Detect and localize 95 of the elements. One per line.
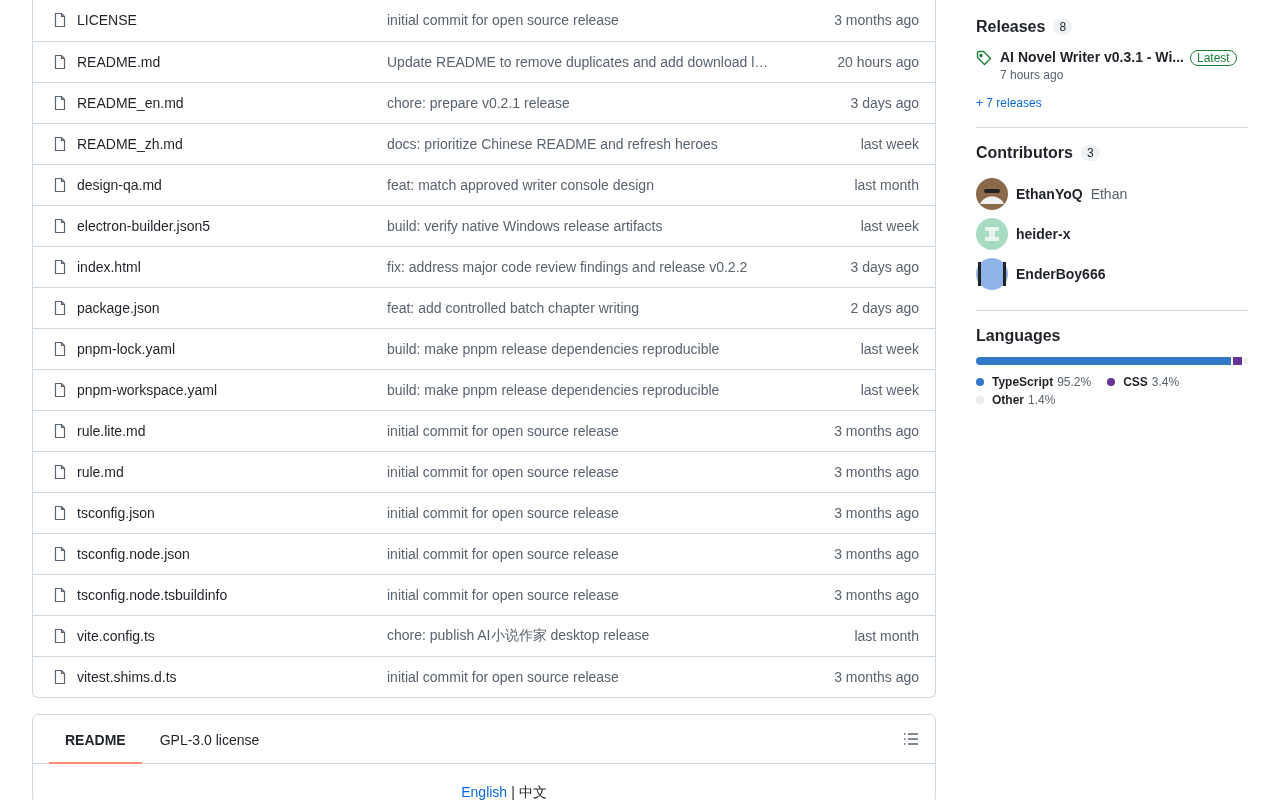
file-icon (52, 587, 68, 603)
commit-message[interactable]: build: verify native Windows release artifacts (387, 218, 861, 234)
commit-date: 3 months ago (834, 464, 919, 480)
commit-date: last week (860, 382, 919, 398)
outline-icon[interactable] (903, 731, 919, 747)
file-name[interactable]: design-qa.md (77, 177, 162, 193)
commit-date: 3 days ago (850, 259, 919, 275)
commit-message[interactable]: Update README to remove duplicates and add download l… (387, 54, 838, 70)
tab[interactable]: README (49, 715, 142, 764)
commit-message[interactable]: fix: address major code review findings and release v0.2.2 (387, 259, 851, 275)
file-icon (52, 218, 68, 234)
contributor-login[interactable]: EthanYoQ (1016, 186, 1083, 202)
count: 8 (1053, 19, 1073, 35)
separator: | (511, 784, 515, 800)
contributor-name: Ethan (1090, 186, 1128, 202)
commit-date: last month (854, 628, 919, 644)
section-title[interactable]: Contributors (976, 144, 1073, 162)
file-icon (52, 54, 68, 70)
language-label: 中文 (518, 784, 547, 800)
file-name[interactable]: tsconfig.node.tsbuildinfo (77, 587, 228, 603)
commit-date: last week (860, 218, 919, 234)
file-name[interactable]: index.html (77, 259, 141, 275)
file-name[interactable]: package.json (77, 300, 160, 316)
commit-date: 3 months ago (834, 505, 919, 521)
tag-icon (976, 50, 992, 66)
commit-message[interactable]: initial commit for open source release (387, 669, 835, 685)
file-name[interactable]: README_en.md (77, 95, 184, 111)
file-icon (52, 136, 68, 152)
commit-message[interactable]: feat: match approved writer console design (387, 177, 855, 193)
commit-message[interactable]: chore: prepare v0.2.1 release (387, 95, 851, 111)
commit-date: 3 months ago (834, 669, 919, 685)
file-icon (52, 628, 68, 644)
commit-message[interactable]: initial commit for open source release (387, 505, 835, 521)
commit-date: 3 months ago (834, 587, 919, 603)
section-title[interactable]: Releases (976, 18, 1046, 36)
file-name[interactable]: pnpm-workspace.yaml (77, 382, 218, 398)
file-name[interactable]: vitest.shims.d.ts (77, 669, 177, 685)
file-icon (52, 546, 68, 562)
file-name[interactable]: rule.md (77, 464, 124, 480)
language-percent: 1.4% (1028, 393, 1056, 407)
file-icon (52, 464, 68, 480)
commit-date: 20 hours ago (837, 54, 919, 70)
avatar[interactable] (976, 258, 1008, 290)
file-icon (52, 505, 68, 521)
file-icon (52, 382, 68, 398)
commit-date: 3 months ago (834, 11, 919, 28)
file-icon (52, 259, 68, 275)
release-name[interactable]: AI Novel Writer v0.3.1 - Wi... (1000, 49, 1184, 65)
avatar[interactable] (976, 178, 1008, 210)
tab[interactable]: GPL-3.0 license (143, 715, 276, 764)
commit-message[interactable]: initial commit for open source release (387, 546, 835, 562)
commit-date: 3 months ago (834, 546, 919, 562)
file-name[interactable]: README.md (77, 54, 161, 70)
commit-date: last week (860, 136, 919, 152)
file-name[interactable]: tsconfig.json (77, 505, 155, 521)
commit-message[interactable]: initial commit for open source release (387, 587, 835, 603)
file-icon (52, 95, 68, 111)
file-icon (52, 669, 68, 685)
file-name[interactable]: tsconfig.node.json (77, 546, 190, 562)
file-icon (52, 177, 68, 193)
contributor-login[interactable]: heider-x (1016, 226, 1071, 242)
commit-message[interactable]: build: make pnpm release dependencies reproducible (387, 341, 861, 357)
language-name[interactable]: CSS (1123, 375, 1148, 389)
commit-date: 2 days ago (850, 300, 919, 316)
language-name[interactable]: Other (992, 393, 1024, 407)
file-name[interactable]: electron-builder.json5 (77, 218, 211, 234)
commit-message[interactable]: initial commit for open source release (387, 11, 835, 28)
commit-date: 3 months ago (834, 423, 919, 439)
file-name[interactable]: README_zh.md (77, 136, 183, 152)
count: 3 (1080, 145, 1100, 161)
file-icon (52, 300, 68, 316)
contributor-login[interactable]: EnderBoy666 (1016, 266, 1106, 282)
commit-message[interactable]: chore: publish AI小说作家 desktop release (387, 627, 855, 645)
file-icon (52, 11, 68, 28)
language-name[interactable]: TypeScript (992, 375, 1054, 389)
commit-message[interactable]: initial commit for open source release (387, 464, 835, 480)
commit-date: last week (860, 341, 919, 357)
language-percent: 95.2% (1057, 375, 1092, 389)
commit-message[interactable]: build: make pnpm release dependencies reproducible (387, 382, 861, 398)
commit-message[interactable]: initial commit for open source release (387, 423, 835, 439)
file-name[interactable]: LICENSE (77, 11, 137, 28)
file-name[interactable]: rule.lite.md (77, 423, 146, 439)
file-icon (52, 423, 68, 439)
section-title: Languages (976, 327, 1061, 345)
release-time: 7 hours ago (1000, 68, 1065, 82)
more-releases-link[interactable]: + 7 releases (976, 96, 1042, 110)
commit-message[interactable]: feat: add controlled batch chapter writing (387, 300, 851, 316)
file-icon (52, 341, 68, 357)
language-link[interactable]: English (461, 784, 508, 800)
commit-message[interactable]: docs: prioritize Chinese README and refresh heroes (387, 136, 861, 152)
file-name[interactable]: pnpm-lock.yaml (77, 341, 176, 357)
file-name[interactable]: vite.config.ts (77, 628, 155, 644)
commit-date: last month (854, 177, 919, 193)
commit-date: 3 days ago (850, 95, 919, 111)
language-percent: 3.4% (1151, 375, 1180, 389)
